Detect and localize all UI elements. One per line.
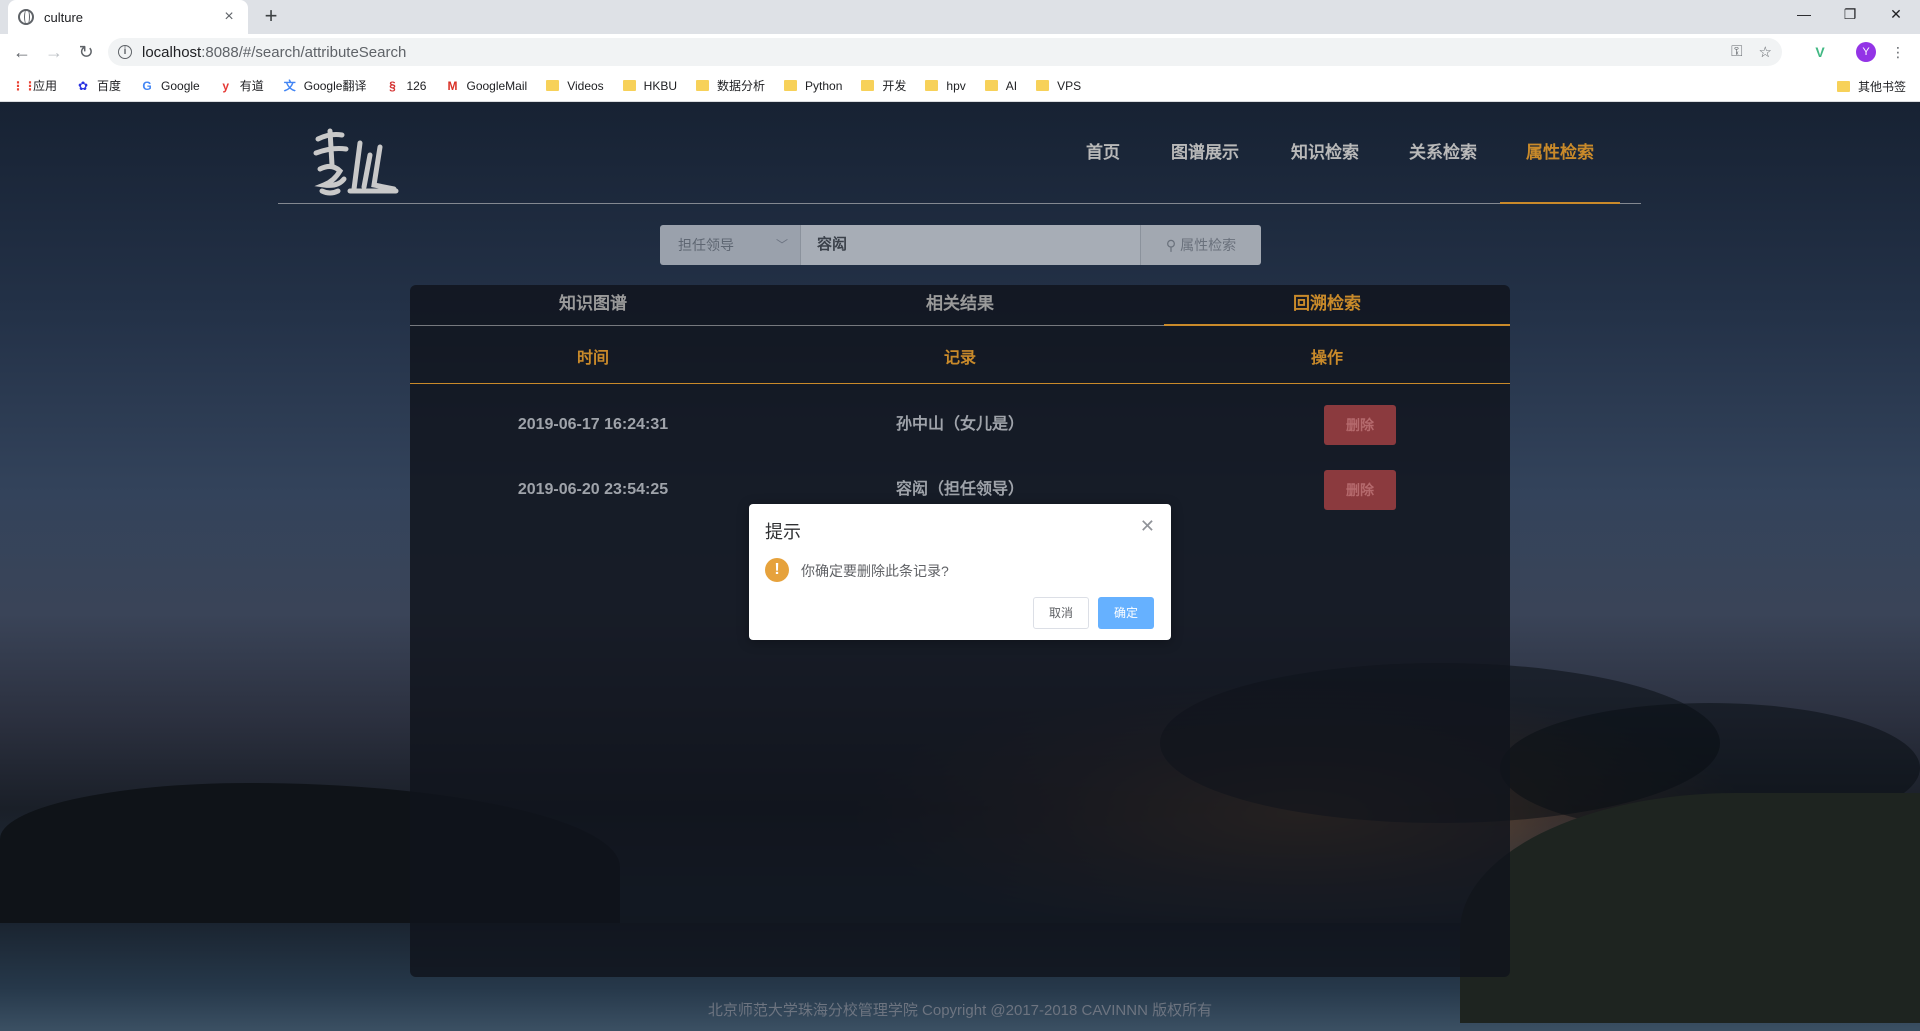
cancel-button[interactable]: 取消 <box>1033 597 1089 629</box>
row-1-delete-button[interactable]: 删除 <box>1324 405 1396 445</box>
folder-icon <box>1836 81 1850 92</box>
bookmark-data-analysis[interactable]: 数据分析 <box>696 77 765 94</box>
close-tab-icon[interactable]: × <box>220 8 238 26</box>
browser-toolbar: ← → ↻ i localhost:8088/#/search/attribut… <box>0 34 1920 70</box>
folder-icon <box>1036 80 1050 91</box>
tab-active-indicator <box>1164 324 1510 326</box>
confirm-dialog: 提示 ✕ ! 你确定要删除此条记录? 取消 确定 <box>749 504 1171 640</box>
nav-relation-search[interactable]: 关系检索 <box>1400 123 1486 183</box>
bookmark-dev[interactable]: 开发 <box>861 77 906 94</box>
search-bar: 担任领导 ﹀ ⚲ 属性检索 <box>660 225 1261 265</box>
back-button[interactable]: ← <box>10 40 34 64</box>
tab-title: culture <box>44 9 84 25</box>
address-bar[interactable]: i localhost:8088/#/search/attributeSearc… <box>108 38 1782 66</box>
nav-attribute-search[interactable]: 属性检索 <box>1517 123 1603 183</box>
row-2-delete-button[interactable]: 删除 <box>1324 470 1396 510</box>
forward-button[interactable]: → <box>42 40 66 64</box>
restore-button[interactable]: ❐ <box>1828 0 1872 30</box>
bookmark-ai[interactable]: AI <box>984 79 1017 93</box>
column-header-record: 记录 <box>943 350 976 367</box>
folder-icon <box>861 80 875 91</box>
vue-devtools-icon[interactable]: V <box>1810 42 1830 62</box>
bookmark-youdao[interactable]: y 有道 <box>219 77 263 94</box>
row-1-record[interactable]: 孙中山（女儿是） <box>810 405 1110 445</box>
globe-icon <box>18 9 34 25</box>
confirm-button[interactable]: 确定 <box>1098 597 1154 629</box>
folder-icon <box>784 80 798 91</box>
close-window-button[interactable]: ✕ <box>1874 0 1918 30</box>
bookmark-hkbu[interactable]: HKBU <box>622 79 677 93</box>
reload-button[interactable]: ↻ <box>74 40 98 64</box>
nav-home[interactable]: 首页 <box>1078 123 1128 183</box>
nav-graph-display[interactable]: 图谱展示 <box>1162 123 1248 183</box>
bookmark-videos[interactable]: Videos <box>546 79 604 93</box>
dialog-message: 你确定要删除此条记录? <box>801 563 949 579</box>
row-1-time: 2019-06-17 16:24:31 <box>517 416 669 433</box>
logo <box>313 128 399 196</box>
bookmark-hpv[interactable]: hpv <box>925 79 966 93</box>
footer-copyright: 北京师范大学珠海分校管理学院 Copyright @2017-2018 CAVI… <box>707 1002 1213 1019</box>
mail-126-icon: § <box>389 78 396 93</box>
dialog-title: 提示 <box>765 522 801 542</box>
bookmark-baidu[interactable]: ✿ 百度 <box>76 77 121 94</box>
header-divider <box>410 383 1510 384</box>
browser-tab[interactable]: culture × <box>8 0 248 34</box>
gmail-icon: M <box>447 78 458 93</box>
google-icon: G <box>142 78 152 93</box>
bookmark-google-translate[interactable]: 文 Google翻译 <box>283 77 367 94</box>
header-divider <box>278 203 1641 204</box>
folder-icon <box>984 80 998 91</box>
attribute-search-button[interactable]: ⚲ 属性检索 <box>1140 225 1261 265</box>
bookmark-google[interactable]: G Google <box>140 78 199 93</box>
avatar[interactable]: Y <box>1856 42 1876 62</box>
youdao-icon: y <box>222 78 230 93</box>
bookmark-python[interactable]: Python <box>784 79 842 93</box>
bookmarks-bar: ⋮⋮ 应用 ✿ 百度 G Google y 有道 文 Google翻译 § 126 M Goo… <box>0 70 1920 102</box>
bookmark-apps[interactable]: ⋮⋮ 应用 <box>12 77 57 94</box>
translate-icon: 文 <box>283 78 296 93</box>
nav-knowledge-search[interactable]: 知识检索 <box>1282 123 1368 183</box>
attribute-select[interactable]: 担任领导 ﹀ <box>660 225 801 265</box>
tab-history-search[interactable]: 回溯检索 <box>1144 285 1510 325</box>
bookmark-vps[interactable]: VPS <box>1036 79 1081 93</box>
new-tab-button[interactable]: + <box>258 4 284 30</box>
minimize-button[interactable]: — <box>1782 0 1826 30</box>
bookmark-googlemail[interactable]: M GoogleMail <box>445 79 527 93</box>
folder-icon <box>546 80 560 91</box>
info-icon[interactable]: i <box>118 45 132 59</box>
search-input[interactable] <box>801 225 1140 265</box>
column-header-time: 时间 <box>576 350 609 367</box>
tab-related-results[interactable]: 相关结果 <box>777 285 1143 325</box>
star-icon[interactable]: ☆ <box>1759 43 1772 61</box>
chevron-down-icon: ﹀ <box>775 238 788 252</box>
column-header-action: 操作 <box>1310 350 1343 367</box>
url-host: localhost <box>142 43 202 61</box>
folder-icon <box>622 80 636 91</box>
browser-tabstrip: culture × + — ❐ ✕ <box>0 0 1920 34</box>
search-icon: ⚲ <box>1165 237 1177 253</box>
close-icon[interactable]: ✕ <box>1140 516 1155 537</box>
apps-grid-icon: ⋮⋮ <box>12 78 36 93</box>
url-path: :8088/#/search/attributeSearch <box>201 43 407 61</box>
bookmark-126[interactable]: § 126 <box>385 79 426 93</box>
nav-active-indicator <box>1500 202 1620 204</box>
bookmark-other[interactable]: 其他书签 <box>1836 78 1906 95</box>
key-icon[interactable]: ⚿ <box>1731 43 1742 61</box>
row-2-time: 2019-06-20 23:54:25 <box>517 481 669 498</box>
folder-icon <box>696 80 710 91</box>
tab-knowledge-graph[interactable]: 知识图谱 <box>410 285 776 325</box>
folder-icon <box>925 80 939 91</box>
warning-icon: ! <box>765 558 789 582</box>
menu-icon[interactable]: ⋮ <box>1888 42 1908 62</box>
baidu-paw-icon: ✿ <box>77 78 89 93</box>
